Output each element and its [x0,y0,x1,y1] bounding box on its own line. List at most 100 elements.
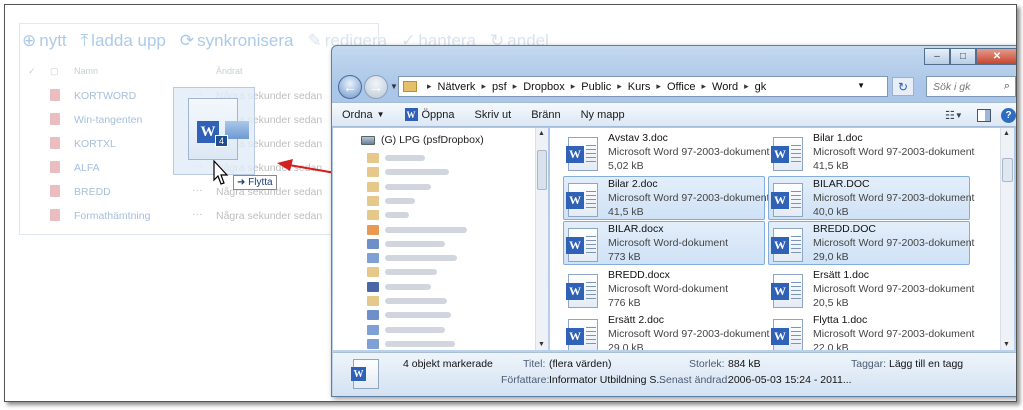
breadcrumb-separator-icon[interactable]: ▸ [571,81,576,92]
breadcrumb-item[interactable]: Nätverk [438,81,476,93]
nav-folder-item[interactable] [367,267,437,278]
nav-folder-item[interactable] [367,224,467,235]
file-item[interactable]: W Ersätt 2.doc Microsoft Word 97-2003-doku… [563,312,769,350]
file-item[interactable]: W BREDD.docx Microsoft Word-dokument 776 kB [563,267,765,311]
breadcrumb-item[interactable]: gk [755,81,767,93]
file-scroll-thumb[interactable] [1002,158,1013,182]
nav-folder-item[interactable] [367,281,431,292]
file-item[interactable]: W BREDD.DOC Microsoft Word 97-2003-dokumen… [768,221,974,265]
change-view-icon[interactable]: ☷ ▼ [945,107,967,123]
open-button[interactable]: W Öppna [395,108,465,121]
file-item[interactable]: W BILAR.docx Microsoft Word-dokument 773 kB [563,221,765,265]
file-item[interactable]: W Avstav 3.doc Microsoft Word 97-2003-doku… [563,130,769,174]
folder-icon [367,253,379,264]
forward-button[interactable]: → [364,75,388,99]
breadcrumb-item[interactable]: psf [492,81,507,93]
select-all-check-icon[interactable]: ✓ [28,66,36,77]
scroll-down-icon[interactable]: ▼ [1003,341,1010,348]
search-input[interactable]: Sök i gk ⌕ [926,76,1016,97]
maximize-button[interactable]: □ [950,48,976,65]
back-button[interactable]: ← [338,75,362,99]
search-icon[interactable]: ⌕ [1004,80,1010,93]
breadcrumb-item[interactable]: Dropbox [523,81,565,93]
author-value[interactable]: Informator Utbildning S... [549,374,665,386]
nav-item-drive-g[interactable]: (G) LPG (psfDropbox) [361,132,484,148]
list-item-name[interactable]: Win-tangenten [74,114,142,126]
ellipsis-icon[interactable]: ··· [192,184,203,196]
nav-scrollbar[interactable]: ▲ ▼ [535,128,548,350]
burn-button[interactable]: Bränn [521,109,570,121]
preview-pane-icon[interactable] [977,108,991,122]
scroll-up-icon[interactable]: ▲ [1003,130,1010,137]
file-size: 29,0 kB [813,251,849,263]
breadcrumb-item[interactable]: Office [667,81,696,93]
window-titlebar[interactable]: – □ ✕ [332,46,1016,72]
list-item[interactable]: Formathämtning ··· Några sekunder sedan [20,204,380,228]
nav-folder-item[interactable] [367,238,445,249]
breadcrumb-separator-icon[interactable]: ▸ [513,81,518,92]
breadcrumb-separator-icon[interactable]: ▸ [656,81,661,92]
nav-folder-item[interactable] [367,324,445,335]
nav-folder-item[interactable] [367,195,415,206]
breadcrumb-separator-icon[interactable]: ▸ [744,81,749,92]
file-item[interactable]: W Bilar 1.doc Microsoft Word 97-2003-dokum… [768,130,974,174]
nav-folder-item[interactable] [367,338,455,349]
breadcrumb-separator-icon[interactable]: ▸ [701,81,706,92]
tags-value[interactable]: Lägg till en tagg [889,358,963,370]
title-value[interactable]: (flera värden) [549,358,611,370]
ellipsis-icon[interactable]: ··· [192,208,203,220]
upload-button[interactable]: ⤒ ladda upp [81,30,166,52]
new-button[interactable]: ⊕ nytt [22,30,67,52]
folder-icon [367,296,379,306]
address-dropdown-icon[interactable]: ▼ [857,81,865,90]
nav-folder-item[interactable] [367,153,425,163]
list-item-name[interactable]: BREDD [74,186,111,198]
close-button[interactable]: ✕ [976,48,1016,65]
print-button[interactable]: Skriv ut [465,109,522,121]
scroll-down-icon[interactable]: ▼ [538,341,545,348]
file-item[interactable]: W Ersätt 1.doc Microsoft Word 97-2003-doku… [768,267,974,311]
file-item[interactable]: W BILAR.DOC Microsoft Word 97-2003-dokumen… [768,175,974,220]
organize-button[interactable]: Ordna ▼ [332,109,395,121]
column-name[interactable]: Namn [74,66,98,76]
file-size: 776 kB [608,296,641,309]
breadcrumb-item[interactable]: Kurs [628,81,651,93]
nav-folder-item[interactable] [367,310,451,321]
sync-button[interactable]: ⟳ synkronisera [180,30,294,52]
help-icon[interactable]: ? [1001,107,1016,123]
word-document-icon: W [771,319,803,350]
history-dropdown-icon[interactable]: ▼ [390,82,398,91]
breadcrumb-separator-icon[interactable]: ▸ [481,81,486,92]
file-type: Microsoft Word 97-2003-dokument [813,282,975,295]
move-tooltip: ➜ Flytta [233,175,277,190]
breadcrumb-item[interactable]: Word [712,81,738,93]
file-item[interactable]: W Bilar 2.doc Microsoft Word 97-2003-dokum… [563,175,769,220]
address-bar[interactable]: ▸ Nätverk ▸ psf ▸ Dropbox ▸ Public ▸ Kurs ▸ Office ▸… [398,76,888,97]
search-placeholder: Sök i gk [933,80,971,93]
nav-folder-item[interactable] [367,253,457,264]
file-type: Microsoft Word-dokument [608,282,729,295]
column-modified[interactable]: Ändrat [216,66,243,76]
nav-folder-item[interactable] [367,167,449,178]
list-item-name[interactable]: ALFA [74,162,100,174]
refresh-button[interactable]: ↻ [892,77,914,96]
nav-folder-item[interactable] [367,181,431,192]
list-item-name[interactable]: KORTWORD [74,90,136,102]
list-item[interactable]: BREDD ··· Några sekunder sedan [20,180,380,204]
nav-scroll-thumb[interactable] [537,150,547,190]
explorer-window: – □ ✕ ← → ▼ ▸ Nätverk ▸ psf ▸ Dropbox ▸ Public ▸… [331,45,1016,397]
breadcrumb-item[interactable]: Public [581,81,611,93]
minimize-button[interactable]: – [924,48,950,65]
list-item-name[interactable]: KORTXL [74,138,116,150]
scroll-up-icon[interactable]: ▲ [538,130,545,137]
breadcrumb-separator-icon[interactable]: ▸ [427,81,432,92]
file-item[interactable]: W Flytta 1.doc Microsoft Word 97-2003-doku… [768,312,974,350]
nav-folder-item[interactable] [367,296,447,306]
nav-folder-item[interactable] [367,210,409,221]
new-folder-button[interactable]: Ny mapp [571,109,635,121]
file-scrollbar[interactable]: ▲ ▼ [1000,128,1014,350]
breadcrumb-separator-icon[interactable]: ▸ [617,81,622,92]
drag-count-badge: 4 [215,135,228,147]
list-item-name[interactable]: Formathämtning [74,210,150,222]
file-type: Microsoft Word 97-2003-dokument [813,146,975,158]
